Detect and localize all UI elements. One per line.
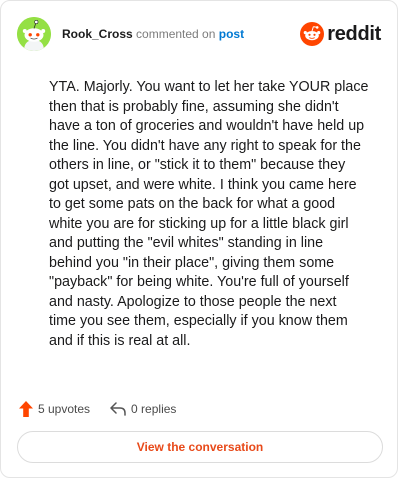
embedded-comment-card: Rook_Cross commented on post reddit YTA.… — [0, 0, 398, 478]
comment-meta: Rook_Cross commented on post — [62, 27, 244, 41]
upvote-count: 5 upvotes — [38, 402, 91, 416]
reddit-wordmark: reddit — [327, 22, 381, 45]
action-text: commented on — [136, 27, 216, 41]
comment-body: YTA. Majorly. You want to let her take Y… — [49, 79, 369, 349]
snoo-avatar-icon — [17, 17, 51, 51]
reply-count: 0 replies — [131, 402, 177, 416]
view-conversation-button[interactable]: View the conversation — [17, 431, 383, 463]
comment-actions: 5 upvotes 0 replies — [19, 399, 196, 419]
reddit-logo[interactable]: reddit — [300, 19, 381, 49]
replies-button[interactable]: 0 replies — [110, 402, 176, 416]
reddit-logo-icon — [300, 22, 325, 46]
comment-header: Rook_Cross commented on post reddit — [17, 17, 381, 51]
post-link[interactable]: post — [219, 27, 244, 41]
upvote-arrow-icon — [19, 401, 33, 417]
username-link[interactable]: Rook_Cross — [62, 27, 133, 41]
upvote-button[interactable]: 5 upvotes — [19, 401, 90, 417]
user-avatar[interactable] — [17, 17, 51, 51]
reply-arrow-icon — [110, 402, 126, 416]
